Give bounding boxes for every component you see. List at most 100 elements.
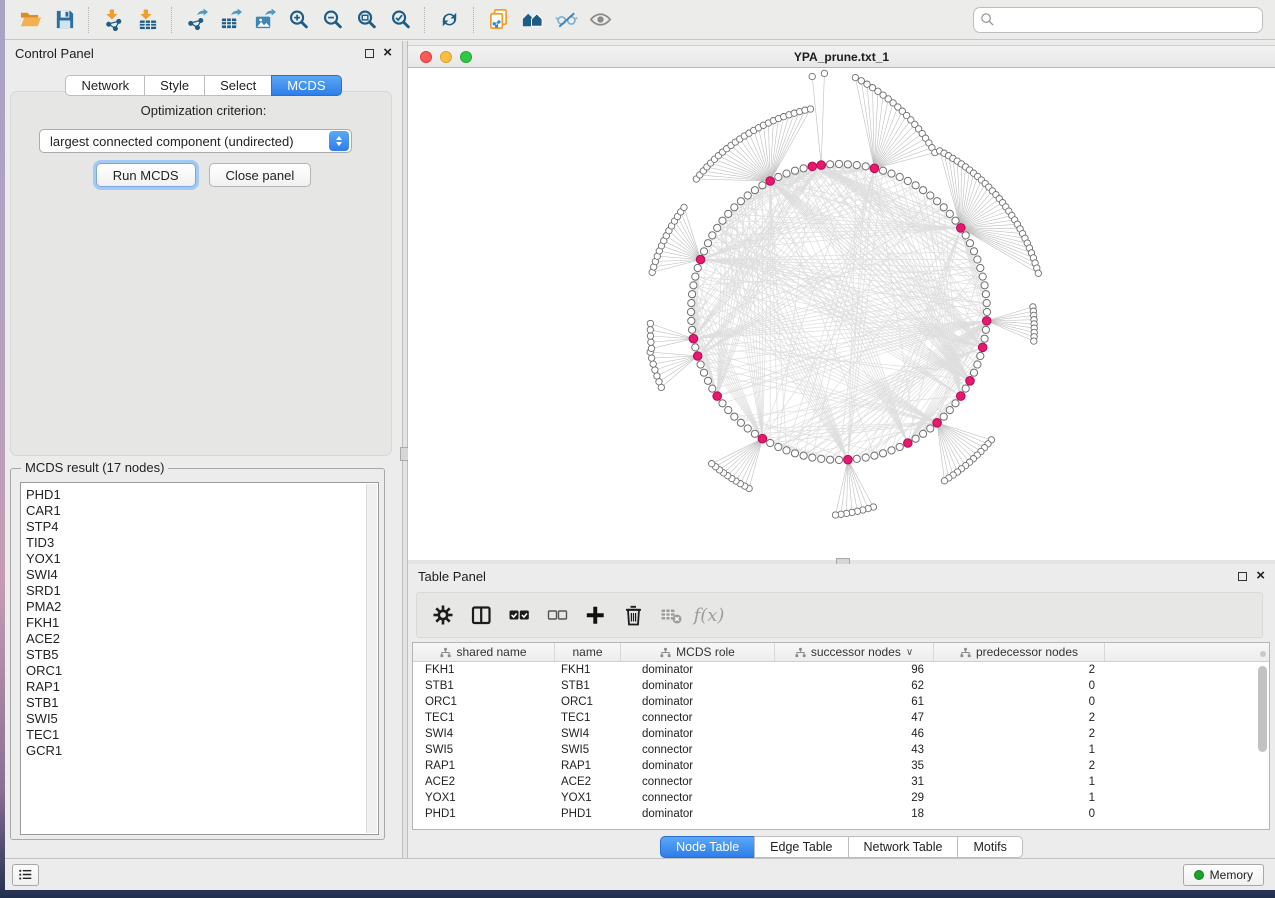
mcds-result-item[interactable]: CAR1 [26,503,378,519]
table-row[interactable]: SWI4SWI4dominator462 [413,726,1269,742]
export-network-button[interactable] [179,5,213,35]
first-neighbors-button[interactable] [515,5,549,35]
import-network-button[interactable] [96,5,130,35]
task-history-button[interactable] [12,864,39,886]
mcds-result-item[interactable]: STB5 [26,647,378,663]
run-mcds-button[interactable]: Run MCDS [96,163,196,187]
column-header-shared-name[interactable]: shared name [413,643,555,661]
zoom-selected-button[interactable] [383,5,417,35]
mcds-result-item[interactable]: ACE2 [26,631,378,647]
table-row[interactable]: ACE2ACE2connector311 [413,774,1269,790]
mcds-result-title: MCDS result (17 nodes) [21,460,168,475]
mcds-list-scrollbar[interactable] [366,484,377,833]
zoom-out-button[interactable] [315,5,349,35]
cell: dominator [621,662,775,678]
deselect-all-button[interactable] [541,599,573,631]
control-tab-mcds[interactable]: MCDS [271,75,341,96]
close-panel-icon[interactable]: × [383,48,392,58]
toolbar-separator [88,7,89,33]
close-panel-icon[interactable]: × [1256,571,1265,581]
save-icon [53,8,76,31]
zoom-fit-button[interactable] [349,5,383,35]
copy-button[interactable] [481,5,515,35]
zoom-in-button[interactable] [281,5,315,35]
float-window-icon[interactable] [1238,572,1247,581]
select-all-button[interactable] [503,599,535,631]
table-row[interactable]: ORC1ORC1dominator610 [413,694,1269,710]
table-row[interactable]: PHD1PHD1dominator180 [413,806,1269,822]
mcds-result-item[interactable]: SRD1 [26,583,378,599]
columns-button[interactable] [465,599,497,631]
column-type-icon [960,647,971,658]
table-row[interactable]: STB1STB1dominator620 [413,678,1269,694]
cell: dominator [621,806,775,822]
criterion-dropdown[interactable]: largest connected component (undirected) [39,129,352,153]
cell: 0 [934,678,1105,694]
table-row[interactable]: YOX1YOX1connector291 [413,790,1269,806]
cell: ORC1 [555,694,621,710]
export-table-icon [219,8,242,31]
control-tab-network[interactable]: Network [65,75,145,96]
control-tab-style[interactable]: Style [144,75,205,96]
column-header-predecessor-nodes[interactable]: predecessor nodes [934,643,1105,661]
table-tab-network-table[interactable]: Network Table [848,836,959,858]
column-header-successor-nodes[interactable]: successor nodes∨ [775,643,934,661]
control-tab-select[interactable]: Select [204,75,272,96]
columns-icon [470,604,492,626]
table-tab-motifs[interactable]: Motifs [957,836,1022,858]
mcds-result-item[interactable]: PMA2 [26,599,378,615]
mcds-result-item[interactable]: TEC1 [26,727,378,743]
search-input[interactable] [973,7,1263,33]
float-window-icon[interactable] [365,49,374,58]
table-row[interactable]: SWI5SWI5connector431 [413,742,1269,758]
cell: 31 [775,774,934,790]
control-panel-tabs: NetworkStyleSelectMCDS [5,75,402,96]
cell: SWI5 [555,742,621,758]
table-scrollbar[interactable] [1258,666,1267,752]
cell: 1 [934,790,1105,806]
export-image-button[interactable] [247,5,281,35]
cell: 96 [775,662,934,678]
table-tab-edge-table[interactable]: Edge Table [754,836,848,858]
show-all-icon [589,8,612,31]
export-table-button[interactable] [213,5,247,35]
table-row[interactable]: RAP1RAP1dominator352 [413,758,1269,774]
import-table-icon [136,8,159,31]
settings-button[interactable] [427,599,459,631]
memory-label: Memory [1210,868,1253,882]
add-button[interactable] [579,599,611,631]
cell: connector [621,774,775,790]
delete-button[interactable] [617,599,649,631]
network-view-canvas[interactable] [408,68,1275,560]
toolbar-separator [171,7,172,33]
memory-button[interactable]: Memory [1183,864,1264,886]
mcds-result-list[interactable]: PHD1CAR1STP4TID3YOX1SWI4SRD1PMA2FKH1ACE2… [20,482,379,835]
mcds-result-item[interactable]: STP4 [26,519,378,535]
fx-button: f(x) [693,599,725,631]
close-panel-button[interactable]: Close panel [209,163,312,187]
mcds-result-item[interactable]: GCR1 [26,743,378,759]
cell: YOX1 [413,790,555,806]
mcds-result-item[interactable]: FKH1 [26,615,378,631]
table-tab-node-table[interactable]: Node Table [660,836,755,858]
mcds-result-item[interactable]: STB1 [26,695,378,711]
refresh-button[interactable] [432,5,466,35]
column-header-name[interactable]: name [555,643,621,661]
import-table-button[interactable] [130,5,164,35]
show-all-button[interactable] [583,5,617,35]
network-window-titlebar: YPA_prune.txt_1 [408,45,1275,68]
mcds-result-item[interactable]: PHD1 [26,487,378,503]
hide-selected-button[interactable] [549,5,583,35]
mcds-result-item[interactable]: YOX1 [26,551,378,567]
cell: 18 [775,806,934,822]
table-row[interactable]: TEC1TEC1connector472 [413,710,1269,726]
table-row[interactable]: FKH1FKH1dominator962 [413,662,1269,678]
mcds-result-item[interactable]: ORC1 [26,663,378,679]
mcds-result-item[interactable]: RAP1 [26,679,378,695]
mcds-result-item[interactable]: SWI5 [26,711,378,727]
column-header-MCDS-role[interactable]: MCDS role [621,643,775,661]
mcds-result-item[interactable]: SWI4 [26,567,378,583]
mcds-result-item[interactable]: TID3 [26,535,378,551]
open-button[interactable] [13,5,47,35]
save-button[interactable] [47,5,81,35]
